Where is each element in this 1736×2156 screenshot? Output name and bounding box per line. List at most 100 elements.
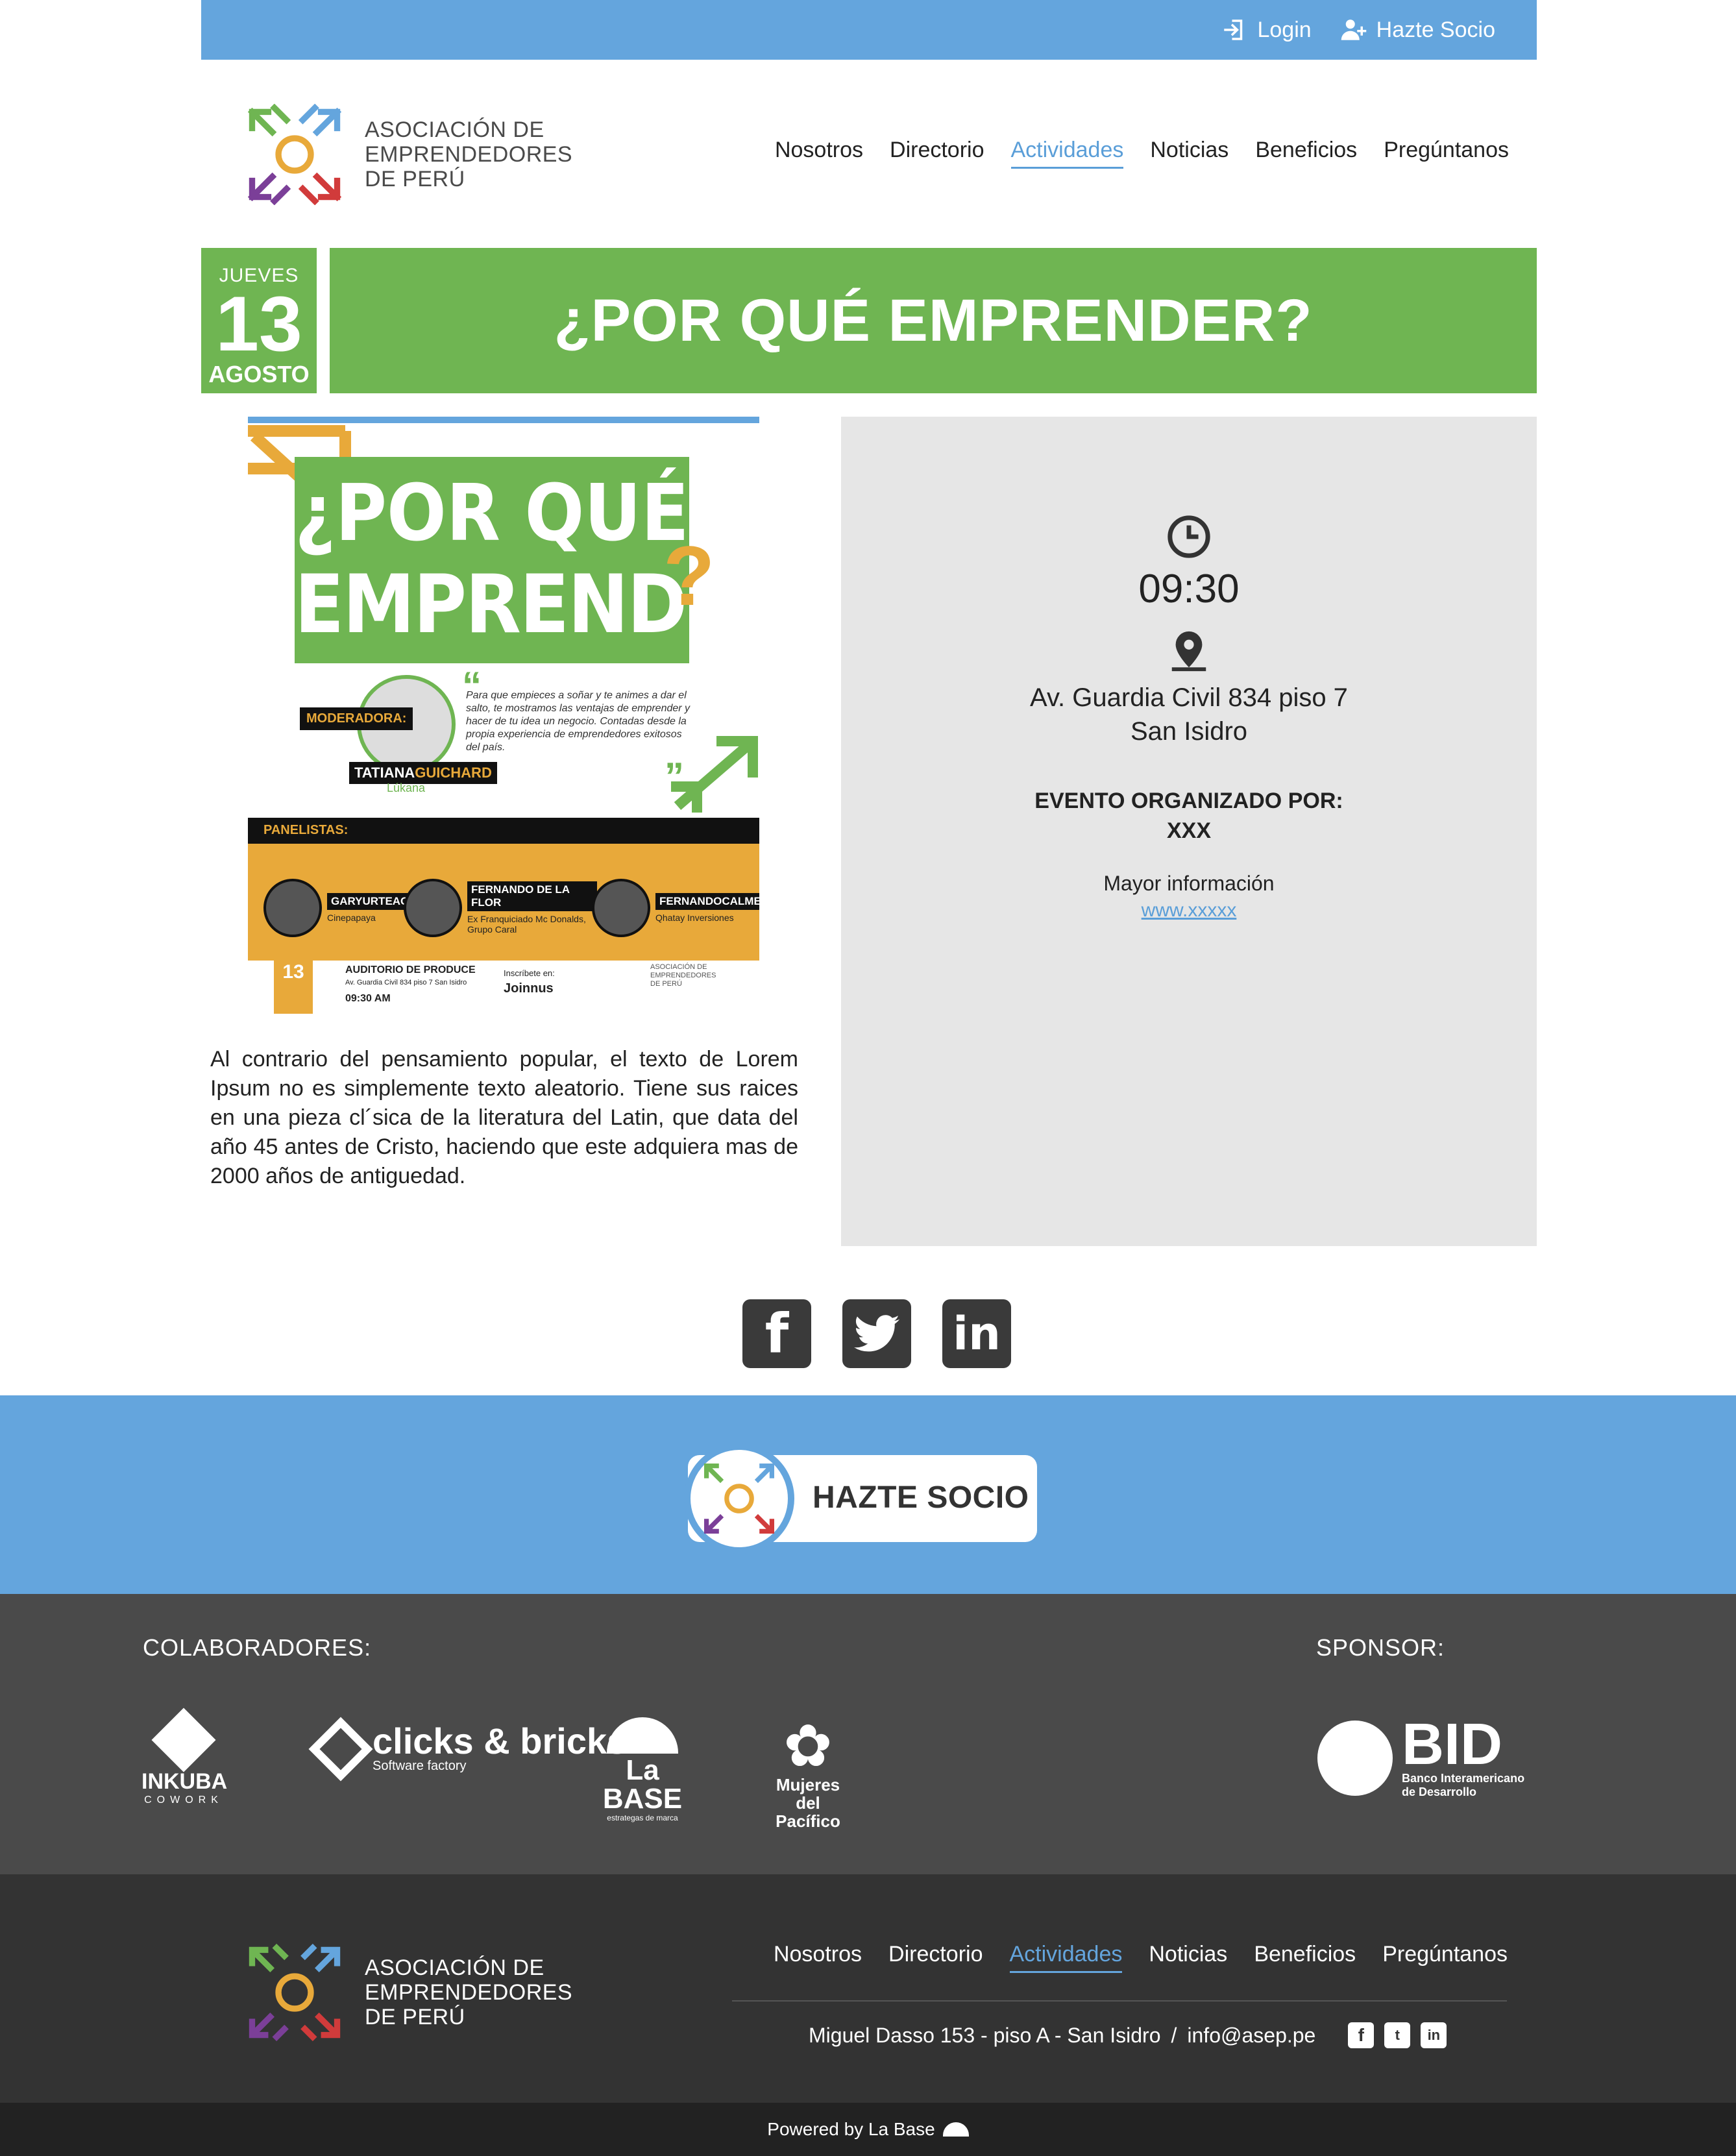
- logo-clicks-bricks[interactable]: clicks & bricks Software factory: [308, 1717, 627, 1781]
- poster-title-line-2: EMPRENDER: [295, 558, 759, 652]
- nav-item-preguntanos[interactable]: Pregúntanos: [1384, 138, 1509, 169]
- footer-nav-item-preguntanos[interactable]: Pregúntanos: [1382, 1942, 1508, 1973]
- user-add-icon: [1341, 19, 1366, 40]
- moderator-last-name: GUICHARD: [415, 765, 492, 781]
- bid-globe-icon: [1317, 1721, 1393, 1796]
- footer-address: Miguel Dasso 153 - piso A - San Isidro: [809, 2023, 1161, 2047]
- asep-logo-mark: [249, 1943, 341, 2042]
- moderator-label: MODERADORA:: [300, 707, 413, 730]
- site-footer: ASOCIACIÓN DE EMPRENDEDORES DE PERÚ Noso…: [0, 1874, 1736, 2103]
- event-month: AGOSTO: [208, 361, 310, 387]
- footer-logo[interactable]: ASOCIACIÓN DE EMPRENDEDORES DE PERÚ: [244, 1942, 572, 2043]
- footer-nav-item-noticias[interactable]: Noticias: [1149, 1942, 1227, 1973]
- event-address: Av. Guardia Civil 834 piso 7 San Isidro: [841, 681, 1537, 748]
- inkuba-cube-icon: [151, 1708, 216, 1772]
- asep-logo-mark: [704, 1464, 774, 1534]
- collaborators-section: COLABORADORES: SPONSOR: INKUBA COWORK cl…: [0, 1594, 1736, 1874]
- footer-nav: Nosotros Directorio Actividades Noticias…: [774, 1942, 1508, 1973]
- logo-la-base[interactable]: La BASE estrategas de marca: [597, 1717, 688, 1822]
- brand-line-2: EMPRENDEDORES: [365, 142, 573, 167]
- footer-nav-item-nosotros[interactable]: Nosotros: [774, 1942, 862, 1973]
- login-icon: [1224, 19, 1243, 40]
- logo-inkuba[interactable]: INKUBA COWORK: [141, 1708, 227, 1806]
- hazte-socio-label: HAZTE SOCIO: [813, 1480, 1029, 1515]
- nav-item-noticias[interactable]: Noticias: [1150, 138, 1229, 169]
- footer-nav-item-directorio[interactable]: Directorio: [888, 1942, 983, 1973]
- arrow-decoration-icon: [671, 736, 758, 813]
- footer-divider: [732, 2000, 1507, 2002]
- event-title-bar: ¿POR QUÉ EMPRENDER?: [330, 248, 1537, 393]
- panelist-name: FERNANDOCALMELL: [655, 893, 759, 910]
- panelist-company: Qhatay Inversiones: [655, 913, 734, 923]
- organizer-label: EVENTO ORGANIZADO POR:: [1034, 789, 1343, 813]
- poster-footer: 13 AUDITORIO DE PRODUCE Av. Guardia Civi…: [274, 959, 754, 1014]
- moderator-name: TATIANAGUICHARD: [349, 762, 497, 784]
- linkedin-icon[interactable]: in: [942, 1299, 1011, 1368]
- footer-email[interactable]: info@asep.pe: [1187, 2024, 1315, 2048]
- brand-line-1: ASOCIACIÓN DE: [365, 117, 544, 142]
- collaborators-heading: COLABORADORES:: [143, 1634, 372, 1661]
- poster-time: 09:30 AM: [345, 993, 391, 1004]
- sponsor-heading: SPONSOR:: [1316, 1634, 1445, 1661]
- event-title: ¿POR QUÉ EMPRENDER?: [554, 287, 1313, 354]
- event-info-panel: 09:30 Av. Guardia Civil 834 piso 7 San I…: [841, 417, 1537, 1246]
- footer-contact: Miguel Dasso 153 - piso A - San Isidro /…: [809, 2022, 1447, 2048]
- login-link[interactable]: Login: [1221, 16, 1312, 43]
- event-organizer: EVENTO ORGANIZADO POR: XXX: [841, 786, 1537, 846]
- moderator-first-name: TATIANA: [354, 765, 415, 781]
- nav-item-directorio[interactable]: Directorio: [890, 138, 984, 169]
- panelist-photo: [404, 879, 462, 937]
- footer-brand-name: ASOCIACIÓN DE EMPRENDEDORES DE PERÚ: [365, 1955, 573, 2029]
- asep-logo-mark: [247, 104, 342, 205]
- poster-register-site: Joinnus: [504, 981, 554, 996]
- panelist-card: FERNANDO DE LA FLOR Ex Franquiciado Mc D…: [404, 879, 597, 937]
- twitter-icon[interactable]: [842, 1299, 911, 1368]
- location-pin-icon: [1171, 631, 1206, 672]
- top-bar: Login Hazte Socio: [201, 0, 1537, 60]
- event-description: Al contrario del pensamiento popular, el…: [210, 1047, 798, 1188]
- panelist-photo: [592, 879, 650, 937]
- nav-item-beneficios[interactable]: Beneficios: [1255, 138, 1357, 169]
- panelist-company: Ex Franquiciado Mc Donalds, Grupo Caral: [467, 914, 586, 935]
- event-address-line-1: Av. Guardia Civil 834 piso 7: [1030, 683, 1348, 712]
- clicks-bricks-mark-icon: [308, 1717, 373, 1781]
- poster-asep-logo: ASOCIACIÓN DE EMPRENDEDORES DE PERÚ: [650, 963, 716, 988]
- event-poster: ¿POR QUÉ EMPRENDER ? MODERADORA: TATIANA…: [248, 417, 759, 1014]
- join-cta-band: HAZTE SOCIO: [0, 1395, 1736, 1594]
- poster-register-label: Inscríbete en:: [504, 968, 555, 978]
- la-base-helmet-icon: [942, 2122, 969, 2137]
- footer-separator: /: [1171, 2023, 1177, 2047]
- event-address-line-2: San Isidro: [1130, 717, 1248, 746]
- more-info-label: Mayor información: [1103, 872, 1275, 895]
- footer-linkedin-icon[interactable]: in: [1421, 2022, 1447, 2048]
- footer-nav-item-beneficios[interactable]: Beneficios: [1254, 1942, 1356, 1973]
- nav-item-nosotros[interactable]: Nosotros: [775, 138, 863, 169]
- facebook-icon[interactable]: f: [742, 1299, 811, 1368]
- site-logo[interactable]: ASOCIACIÓN DE EMPRENDEDORES DE PERÚ: [244, 104, 572, 205]
- footer-twitter-icon[interactable]: t: [1384, 2022, 1411, 2048]
- more-info-link[interactable]: www.xxxxx: [1142, 900, 1237, 922]
- footer-facebook-icon[interactable]: f: [1348, 2022, 1375, 2048]
- powered-by-label: Powered by La Base: [767, 2119, 935, 2139]
- event-day: 13: [215, 280, 302, 367]
- panelist-photo: [263, 879, 322, 937]
- footer-nav-item-actividades[interactable]: Actividades: [1009, 1942, 1123, 1973]
- la-base-helmet-icon: [607, 1717, 678, 1754]
- nav-item-actividades[interactable]: Actividades: [1010, 138, 1124, 169]
- powered-by: Powered by La Base: [0, 2103, 1736, 2156]
- clock-icon: [1168, 515, 1210, 558]
- poster-venue-address: Av. Guardia Civil 834 piso 7 San Isidro: [345, 979, 467, 986]
- logo-mujeres-pacifico[interactable]: ✿ Mujeres del Pacífico: [766, 1717, 850, 1830]
- join-label: Hazte Socio: [1376, 17, 1495, 42]
- poster-title-line-1: ¿POR QUÉ: [295, 469, 689, 559]
- poster-question-mark: ?: [663, 528, 715, 623]
- main-nav: Nosotros Directorio Actividades Noticias…: [775, 138, 1509, 169]
- organizer-name: XXX: [1166, 818, 1212, 843]
- panelist-card: FERNANDOCALMELL Qhatay Inversiones: [592, 879, 759, 937]
- logo-bid[interactable]: BID Banco Interamericano de Desarrollo: [1317, 1715, 1524, 1799]
- login-label: Login: [1257, 17, 1312, 42]
- join-link[interactable]: Hazte Socio: [1340, 16, 1495, 43]
- event-date-badge: JUEVES 13 AGOSTO: [201, 248, 317, 393]
- moderator-company: Lúkana: [387, 781, 426, 794]
- account-links: Login Hazte Socio: [1221, 0, 1495, 60]
